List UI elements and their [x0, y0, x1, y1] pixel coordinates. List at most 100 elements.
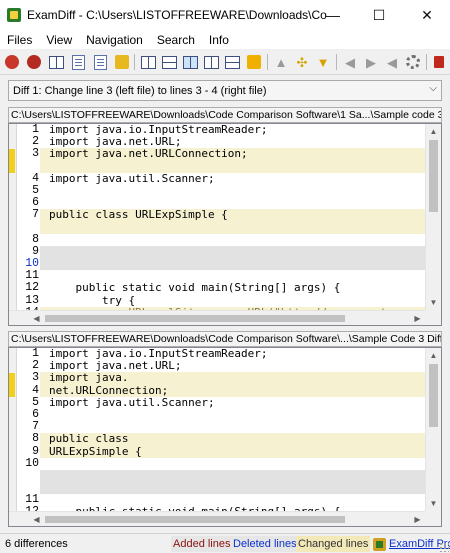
scroll-thumb[interactable] — [45, 516, 345, 523]
line-text — [40, 245, 426, 259]
line-text: import java. — [40, 372, 426, 385]
right-file-path: C:\Users\LISTOFFREEWARE\Downloads\Code C… — [8, 331, 442, 347]
scroll-right-icon[interactable]: ▶ — [410, 311, 425, 325]
code-line: 10 — [18, 456, 426, 470]
maximize-button[interactable]: ☐ — [356, 0, 402, 30]
line-text: public class — [40, 433, 426, 446]
line-text: net.URLConnection; — [40, 384, 426, 397]
scroll-thumb[interactable] — [429, 364, 438, 427]
line-number: 7 — [32, 420, 39, 434]
scroll-down-icon[interactable]: ▼ — [426, 496, 441, 511]
compare-icon[interactable] — [25, 53, 43, 71]
line-number: 8 — [32, 432, 39, 446]
line-number: 10 — [25, 456, 39, 470]
close-button[interactable]: ✕ — [404, 0, 450, 30]
two-pane-horizontal-icon[interactable] — [160, 53, 178, 71]
scroll-right-icon[interactable]: ▶ — [410, 512, 425, 526]
diff-selector-value: Diff 1: Change line 3 (left file) to lin… — [13, 84, 267, 97]
scroll-left-icon[interactable]: ◀ — [29, 311, 44, 325]
menu-files[interactable]: Files — [0, 33, 39, 47]
code-line: 9 — [18, 244, 426, 259]
menu-view[interactable]: View — [39, 33, 79, 47]
diff-marker — [9, 149, 15, 173]
right-file-pane[interactable]: 1 import java.io.InputStreamReader; 2 impor… — [8, 347, 442, 527]
code-line: 13 try { — [18, 293, 426, 307]
left-file-path: C:\Users\LISTOFFREEWARE\Downloads\Code C… — [8, 107, 442, 123]
prev-diff-icon[interactable]: ▲ — [272, 53, 290, 71]
line-number: 4 — [32, 383, 39, 397]
menu-bar: Files View Navigation Search Info — [0, 30, 450, 49]
code-line: 8 — [18, 233, 426, 246]
left-horizontal-scrollbar[interactable]: ◀ ▶ — [9, 310, 441, 325]
mark-icon[interactable] — [245, 53, 263, 71]
line-number: 2 — [32, 359, 39, 373]
merge-view-icon[interactable] — [223, 53, 241, 71]
diff-selector[interactable]: Diff 1: Change line 3 (left file) to lin… — [8, 80, 442, 101]
save-icon[interactable] — [47, 53, 65, 71]
open-files-icon[interactable] — [3, 53, 21, 71]
toolbar-separator — [267, 54, 268, 70]
line-number: 9 — [32, 244, 39, 258]
first-diff-icon[interactable]: ✣ — [293, 53, 311, 71]
scroll-left-icon[interactable]: ◀ — [29, 512, 44, 526]
next-diff-icon[interactable]: ▼ — [314, 53, 332, 71]
line-number: 5 — [32, 395, 39, 409]
line-number: 3 — [32, 371, 39, 385]
difference-count: 6 differences fo — [5, 538, 69, 550]
menu-navigation[interactable]: Navigation — [79, 33, 150, 47]
scroll-up-icon[interactable]: ▲ — [426, 124, 441, 139]
line-number: 12 — [25, 281, 39, 295]
toolbar-separator — [336, 54, 337, 70]
code-line: 5 — [18, 183, 426, 197]
edit-right-icon[interactable] — [91, 53, 109, 71]
line-number: 1 — [32, 347, 39, 360]
code-line: 3 import java. — [18, 371, 426, 385]
menu-search[interactable]: Search — [150, 33, 202, 47]
line-number: 1 — [32, 123, 39, 136]
line-number: 11 — [25, 269, 39, 283]
diff-gutter — [9, 124, 17, 325]
chevron-down-icon[interactable]: ⌵ — [429, 83, 437, 94]
line-text — [40, 234, 426, 246]
right-horizontal-scrollbar[interactable]: ◀ ▶ — [9, 511, 441, 526]
copy-right-icon[interactable]: ▶ — [362, 53, 380, 71]
line-number: 10 — [25, 257, 39, 271]
line-number: 4 — [32, 171, 39, 185]
scroll-thumb[interactable] — [429, 140, 438, 212]
line-number: 13 — [25, 293, 39, 307]
scroll-thumb[interactable] — [45, 315, 345, 322]
line-text: import java.util.Scanner; — [49, 395, 215, 409]
line-number: 6 — [32, 196, 39, 210]
scroll-up-icon[interactable]: ▲ — [426, 348, 441, 363]
stop-icon[interactable] — [430, 53, 448, 71]
two-pane-vertical-icon[interactable] — [181, 53, 199, 71]
line-text — [40, 258, 426, 271]
toolbar-separator — [426, 54, 427, 70]
left-vertical-scrollbar[interactable]: ▲ ▼ — [425, 124, 441, 325]
code-line: 6 — [18, 408, 426, 421]
code-line: 12 public static void main(String[] args… — [18, 282, 426, 294]
code-line: 4 net.URLConnection; — [18, 383, 426, 397]
options-icon[interactable] — [404, 53, 422, 71]
code-line: 5 import java.util.Scanner; — [18, 395, 426, 409]
line-text: URLExpSimple { — [40, 445, 426, 458]
line-number: 5 — [32, 183, 39, 197]
copy-left-all-icon[interactable]: ◀ — [383, 53, 401, 71]
code-line: 4 import java.util.Scanner; — [18, 171, 426, 185]
left-code-lines: 1 import java.io.InputStreamReader; 2 impor… — [18, 124, 426, 319]
resize-grip[interactable] — [439, 542, 449, 552]
code-line — [18, 160, 426, 173]
single-pane-icon[interactable] — [139, 53, 157, 71]
line-text — [40, 482, 426, 495]
right-vertical-scrollbar[interactable]: ▲ ▼ — [425, 348, 441, 526]
edit-left-icon[interactable] — [69, 53, 87, 71]
diff-marker — [9, 373, 15, 397]
examdiff-app-icon — [7, 8, 21, 22]
minimize-button[interactable]: — — [310, 0, 356, 30]
copy-left-icon[interactable]: ◀ — [341, 53, 359, 71]
left-file-pane[interactable]: 1 import java.io.InputStreamReader; 2 impor… — [8, 123, 442, 326]
menu-info[interactable]: Info — [202, 33, 236, 47]
new-icon[interactable] — [113, 53, 131, 71]
split-view-icon[interactable] — [202, 53, 220, 71]
scroll-down-icon[interactable]: ▼ — [426, 295, 441, 310]
